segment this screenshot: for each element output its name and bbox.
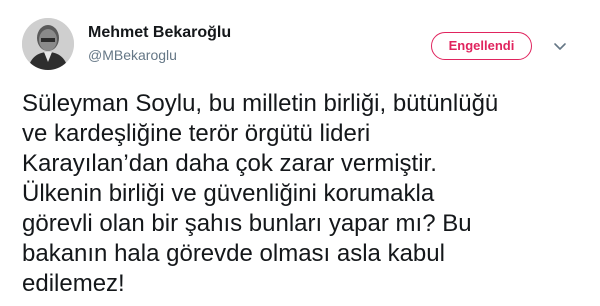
- display-name[interactable]: Mehmet Bekaroğlu: [88, 24, 231, 42]
- tweet-card: Mehmet Bekaroğlu @MBekaroglu Engellendi …: [0, 0, 600, 306]
- chevron-down-icon: [554, 43, 566, 50]
- more-options-button[interactable]: [550, 36, 570, 56]
- avatar[interactable]: [22, 18, 74, 70]
- avatar-portrait-image: [22, 18, 74, 70]
- blocked-button[interactable]: Engellendi: [431, 32, 532, 60]
- user-handle[interactable]: @MBekaroglu: [88, 47, 177, 63]
- tweet-text: Süleyman Soylu, bu milletin birliği, büt…: [22, 90, 499, 297]
